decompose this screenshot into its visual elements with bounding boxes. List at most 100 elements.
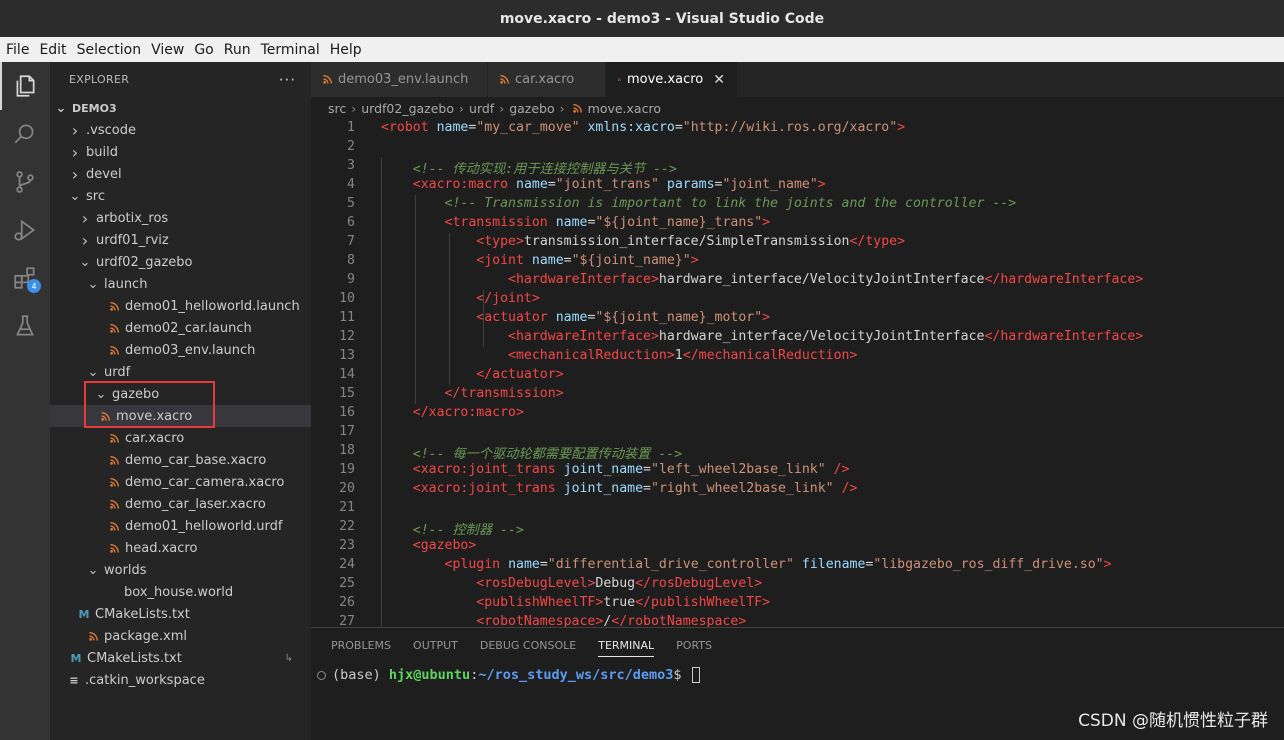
menu-item-terminal[interactable]: Terminal bbox=[257, 42, 324, 58]
source-control-icon[interactable] bbox=[0, 158, 50, 206]
testing-icon[interactable] bbox=[0, 302, 50, 350]
code-line[interactable]: <xacro:joint_trans joint_name="right_whe… bbox=[381, 481, 858, 496]
file-item[interactable]: demo_car_base.xacro bbox=[50, 449, 311, 471]
chevron-down-icon: ⌄ bbox=[87, 276, 99, 292]
breadcrumb-separator: › bbox=[499, 100, 505, 116]
explorer-root[interactable]: ⌄ DEMO3 bbox=[50, 97, 311, 119]
panel-tab-output[interactable]: OUTPUT bbox=[413, 628, 458, 663]
tree-item-label: CMakeLists.txt bbox=[95, 606, 190, 622]
file-item[interactable]: demo02_car.launch bbox=[50, 317, 311, 339]
line-number: 19 bbox=[339, 462, 355, 477]
code-line[interactable]: <mechanicalReduction>1</mechanicalReduct… bbox=[381, 348, 857, 363]
file-item[interactable]: ≡ .catkin_workspace bbox=[50, 669, 311, 691]
code-line[interactable]: </joint> bbox=[381, 291, 540, 306]
line-number: 6 bbox=[347, 215, 355, 230]
explorer-icon[interactable] bbox=[0, 62, 50, 110]
code-line[interactable]: <hardwareInterface>hardware_interface/Ve… bbox=[381, 329, 1143, 344]
line-number: 20 bbox=[339, 481, 355, 496]
menu-item-view[interactable]: View bbox=[147, 42, 188, 58]
code-line[interactable]: <!-- 控制器 --> bbox=[381, 519, 524, 538]
line-number: 25 bbox=[339, 576, 355, 591]
code-editor[interactable]: 1 <robot name="my_car_move" xmlns:xacro="… bbox=[311, 119, 1284, 627]
folder-item[interactable]: › urdf01_rviz bbox=[50, 229, 311, 251]
panel-tab-ports[interactable]: PORTS bbox=[676, 628, 712, 663]
folder-item[interactable]: › arbotix_ros bbox=[50, 207, 311, 229]
panel-tab-problems[interactable]: PROBLEMS bbox=[331, 628, 391, 663]
folder-item[interactable]: › .vscode bbox=[50, 119, 311, 141]
file-item[interactable]: head.xacro bbox=[50, 537, 311, 559]
code-line[interactable]: <robot name="my_car_move" xmlns:xacro="h… bbox=[381, 120, 905, 135]
panel-tab-debug-console[interactable]: DEBUG CONSOLE bbox=[480, 628, 576, 663]
file-item[interactable]: demo01_helloworld.launch bbox=[50, 295, 311, 317]
close-icon[interactable]: ✕ bbox=[713, 72, 725, 88]
file-item[interactable]: box_house.world bbox=[50, 581, 311, 603]
breadcrumb-item[interactable]: gazebo bbox=[509, 101, 554, 116]
code-line[interactable]: <hardwareInterface>hardware_interface/Ve… bbox=[381, 272, 1143, 287]
folder-item[interactable]: ⌄ worlds bbox=[50, 559, 311, 581]
folder-item[interactable]: ⌄ src bbox=[50, 185, 311, 207]
code-line[interactable]: <!-- 传动实现:用于连接控制器与关节 --> bbox=[381, 158, 677, 177]
code-line[interactable]: </xacro:macro> bbox=[381, 405, 524, 420]
chevron-down-icon: ⌄ bbox=[87, 562, 99, 578]
rss-file-icon bbox=[110, 477, 119, 487]
breadcrumb-item[interactable]: move.xacro bbox=[588, 101, 661, 116]
menu-item-go[interactable]: Go bbox=[190, 42, 217, 58]
file-item[interactable]: package.xml bbox=[50, 625, 311, 647]
panel-tabs: PROBLEMS OUTPUT DEBUG CONSOLE TERMINAL PORTS bbox=[311, 628, 1284, 663]
search-icon[interactable] bbox=[0, 110, 50, 158]
code-line[interactable]: <rosDebugLevel>Debug</rosDebugLevel> bbox=[381, 576, 762, 591]
code-line[interactable]: <transmission name="${joint_name}_trans"… bbox=[381, 215, 771, 230]
code-line[interactable]: <gazebo> bbox=[381, 538, 477, 553]
terminal-env: (base) bbox=[332, 667, 389, 683]
folder-item[interactable]: ⌄ launch bbox=[50, 273, 311, 295]
tab-label: demo03_env.launch bbox=[338, 72, 469, 87]
panel-tab-terminal[interactable]: TERMINAL bbox=[598, 628, 654, 663]
file-item[interactable]: M CMakeLists.txt ↳ bbox=[50, 647, 311, 669]
file-item[interactable]: demo03_env.launch bbox=[50, 339, 311, 361]
code-line[interactable]: <type>transmission_interface/SimpleTrans… bbox=[381, 234, 905, 249]
menu-item-run[interactable]: Run bbox=[220, 42, 255, 58]
code-line[interactable]: <xacro:macro name="joint_trans" params="… bbox=[381, 177, 826, 192]
code-line[interactable]: <joint name="${joint_name}"> bbox=[381, 253, 698, 268]
folder-item[interactable]: ⌄ urdf02_gazebo bbox=[50, 251, 311, 273]
rss-file-icon bbox=[572, 103, 582, 113]
tab-move-xacro[interactable]: move.xacro ✕ bbox=[606, 62, 738, 97]
file-item[interactable]: demo01_helloworld.urdf bbox=[50, 515, 311, 537]
breadcrumb-item[interactable]: urdf02_gazebo bbox=[361, 101, 454, 116]
code-line[interactable]: <plugin name="differential_drive_control… bbox=[381, 557, 1112, 572]
code-line[interactable]: <xacro:joint_trans joint_name="left_whee… bbox=[381, 462, 850, 477]
menu-item-edit[interactable]: Edit bbox=[35, 42, 70, 58]
code-line[interactable]: <!-- 每一个驱动轮都需要配置传动装置 --> bbox=[381, 443, 682, 462]
root-label: DEMO3 bbox=[72, 101, 117, 115]
file-item[interactable]: M CMakeLists.txt bbox=[50, 603, 311, 625]
tab-demo03_env-launch[interactable]: demo03_env.launch bbox=[311, 62, 488, 97]
code-line[interactable]: <robotNamespace>/</robotNamespace> bbox=[381, 614, 746, 627]
code-line[interactable]: <actuator name="${joint_name}_motor"> bbox=[381, 310, 770, 325]
line-number: 12 bbox=[339, 329, 355, 344]
breadcrumb-item[interactable]: src bbox=[328, 101, 346, 116]
terminal-output[interactable]: (base) hjx@ubuntu: ~/ros_study_ws/src/dem… bbox=[317, 667, 700, 683]
menu-item-file[interactable]: File bbox=[2, 42, 33, 58]
rss-file-icon bbox=[89, 631, 98, 641]
folder-item[interactable]: ⌄ urdf bbox=[50, 361, 311, 383]
code-line[interactable]: </actuator> bbox=[381, 367, 563, 382]
file-item[interactable]: car.xacro bbox=[50, 427, 311, 449]
menu-item-help[interactable]: Help bbox=[326, 42, 366, 58]
file-item[interactable]: demo_car_laser.xacro bbox=[50, 493, 311, 515]
file-item[interactable]: demo_car_camera.xacro bbox=[50, 471, 311, 493]
tree-item-label: car.xacro bbox=[125, 430, 185, 446]
tree-item-label: build bbox=[86, 144, 118, 160]
breadcrumb-separator: › bbox=[351, 100, 357, 116]
code-line[interactable]: </transmission> bbox=[381, 386, 564, 401]
run-debug-icon[interactable] bbox=[0, 206, 50, 254]
tab-car-xacro[interactable]: car.xacro bbox=[488, 62, 606, 97]
extensions-icon[interactable]: 4 bbox=[0, 254, 50, 302]
line-number: 13 bbox=[339, 348, 355, 363]
breadcrumb-item[interactable]: urdf bbox=[469, 101, 494, 116]
code-line[interactable]: <publishWheelTF>true</publishWheelTF> bbox=[381, 595, 770, 610]
folder-item[interactable]: › build bbox=[50, 141, 311, 163]
menu-item-selection[interactable]: Selection bbox=[73, 42, 146, 58]
folder-item[interactable]: › devel bbox=[50, 163, 311, 185]
more-actions-icon[interactable]: ··· bbox=[279, 71, 296, 89]
code-line[interactable]: <!-- Transmission is important to link t… bbox=[381, 196, 1017, 211]
